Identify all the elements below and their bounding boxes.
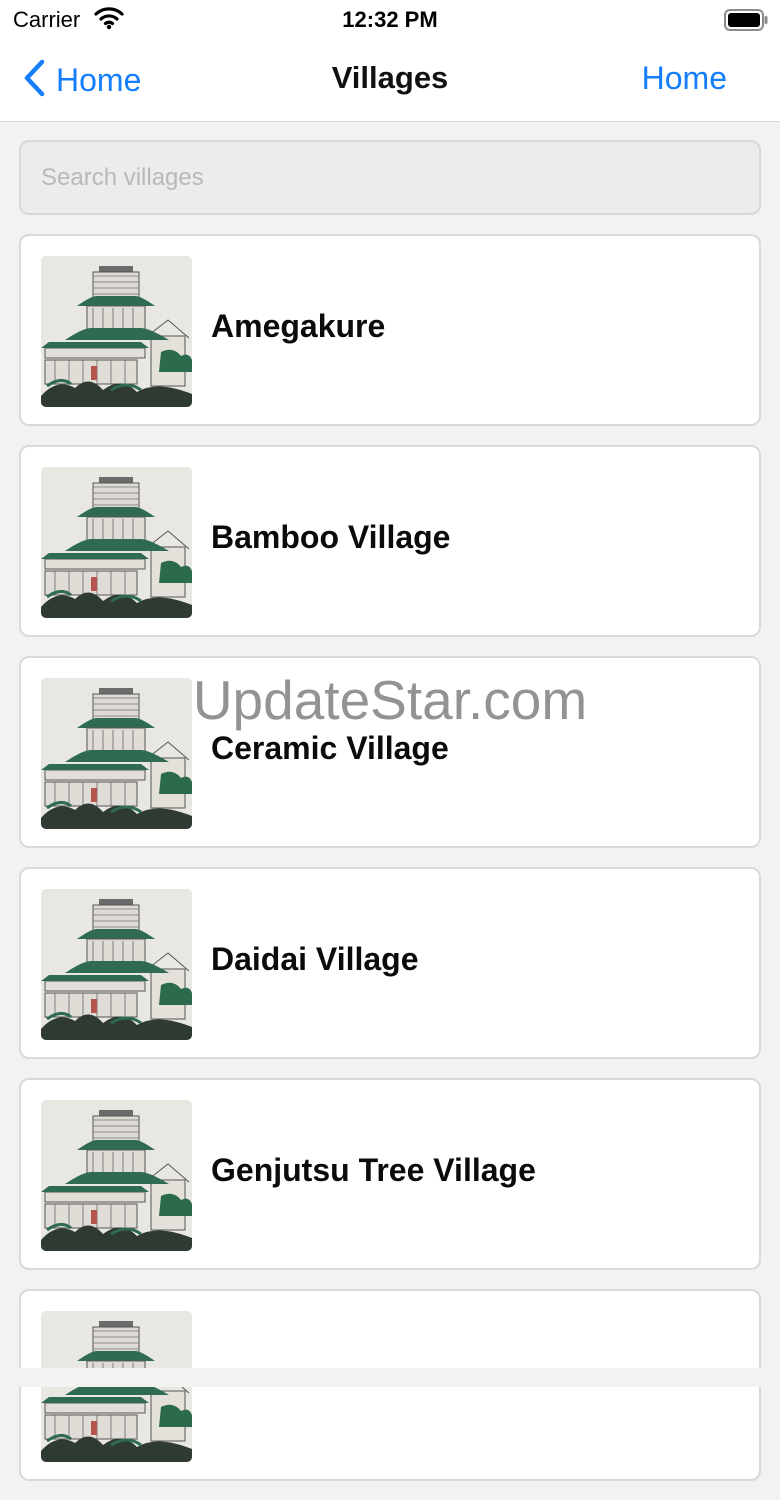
pagoda-icon <box>41 256 192 407</box>
list-item[interactable]: Ceramic Village <box>19 656 761 848</box>
status-time: 12:32 PM <box>342 7 438 32</box>
search-input[interactable] <box>21 142 759 213</box>
status-bar: Carrier 12:32 PM <box>0 0 780 40</box>
village-list: Amegakure Bamboo Village Ceramic Village… <box>19 234 761 1500</box>
bottom-strip <box>0 1368 780 1387</box>
battery-icon <box>724 9 768 36</box>
village-name: Ceramic Village <box>211 730 449 766</box>
list-item[interactable]: Daidai Village <box>19 867 761 1059</box>
list-item[interactable]: Genjutsu Tree Village <box>19 1078 761 1270</box>
village-name: Genjutsu Tree Village <box>211 1152 536 1188</box>
village-name: Amegakure <box>211 308 386 344</box>
village-name: Daidai Village <box>211 941 419 977</box>
pagoda-icon <box>41 889 192 1040</box>
village-name: Bamboo Village <box>211 519 451 555</box>
search-bar <box>19 140 761 215</box>
pagoda-icon <box>41 467 192 618</box>
pagoda-icon <box>41 678 192 829</box>
list-item[interactable]: Bamboo Village <box>19 445 761 637</box>
home-button[interactable]: Home <box>642 60 727 97</box>
navigation-bar: Home Villages Home <box>0 40 780 122</box>
pagoda-icon <box>41 1100 192 1251</box>
list-item[interactable]: Amegakure <box>19 234 761 426</box>
